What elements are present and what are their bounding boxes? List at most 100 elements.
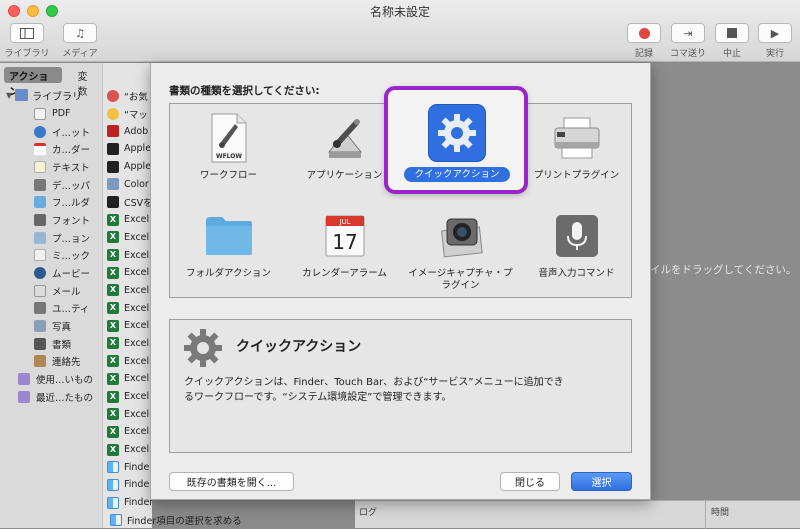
log-header: ログ 時間 [355,500,800,529]
list-item[interactable]: Color [103,175,152,193]
list-item[interactable]: X Excel [103,317,152,335]
tab-variables[interactable]: 変数 [72,67,102,98]
tab-actions[interactable]: アクション [4,67,63,98]
description-panel: クイックアクション クイックアクションは、Finder、Touch Bar、およ… [169,319,632,453]
doc-type-workflow[interactable]: WFLOW ワークフロー [172,110,285,182]
list-item[interactable]: Apple [103,140,152,158]
doc-type-image-capture-plugin[interactable]: イメージキャプチャ・プラグイン [404,208,517,292]
list-item[interactable]: Adob [103,122,152,140]
library-icon [15,89,29,101]
list-item[interactable]: “お気 [103,87,152,105]
list-item[interactable]: X Excel [103,299,152,317]
sidebar-item-photo[interactable]: 写真 [0,317,102,335]
doc-type-print-plugin[interactable]: プリントプラグイン [520,110,633,182]
sidebar-item-document[interactable]: 書類 [0,335,102,353]
record-button[interactable] [627,23,661,43]
list-item[interactable]: Finder [103,458,152,476]
library-toggle-button[interactable] [10,23,44,43]
choose-button[interactable]: 選択 [571,472,632,491]
smart-folder-icon [18,373,30,386]
excel-icon: X [107,266,119,279]
sidebar-item-text[interactable]: テキスト [0,158,102,176]
utility-icon [34,302,46,315]
calendar-icon: JUL 17 [319,208,371,264]
folder-icon [34,196,46,209]
list-item[interactable]: Finder [103,494,152,512]
list-item[interactable]: X Excel [103,282,152,300]
sidebar-item-utility[interactable]: ユ…ティ [0,300,102,318]
sidebar-item-developer[interactable]: デ…ッパ [0,176,102,194]
stop-button[interactable] [715,23,749,43]
microphone-icon [551,208,603,264]
sidebar-item-movie[interactable]: ムービー [0,264,102,282]
sidebar-item-most-used[interactable]: 使用…いもの [0,370,102,388]
workflow-area[interactable] [650,63,800,528]
description-line: クイックアクションは、Finder、Touch Bar、および“サービス”メニュ… [184,377,564,388]
printer-icon [551,110,603,166]
doc-type-folder-action[interactable]: フォルダアクション [172,208,285,280]
acrobat-icon [107,125,119,138]
doc-type-dictation-command[interactable]: 音声入力コマンド [520,208,633,280]
close-button[interactable]: 閉じる [500,472,560,491]
colorsync-icon [107,178,119,191]
excel-icon: X [107,337,119,350]
script-icon [107,142,119,155]
bookmark-icon [107,89,119,102]
excel-icon: X [107,443,119,456]
list-item[interactable]: Apple [103,158,152,176]
document-icon [34,337,46,350]
media-button[interactable]: ♫ [63,23,97,43]
list-item[interactable]: X Excel [103,246,152,264]
calendar-day: 17 [332,230,357,254]
log-column-header[interactable]: ログ [359,505,377,518]
excel-icon: X [107,231,119,244]
step-label: コマ送り [669,49,706,59]
sidebar-item-recently-added[interactable]: 最近…たもの [0,388,102,406]
sidebar-item-contacts[interactable]: 連絡先 [0,353,102,371]
list-item[interactable]: X Excel [103,441,152,459]
list-item[interactable]: X Excel [103,211,152,229]
run-button[interactable]: ▶ [758,23,792,43]
doc-type-calendar-alarm[interactable]: JUL 17 カレンダーアラーム [288,208,401,280]
finder-icon [107,496,119,509]
smart-folder-icon [18,390,30,403]
list-item[interactable]: CSVを [103,193,152,211]
sidebar-item-presentation[interactable]: プ…ョン [0,229,102,247]
play-icon: ▶ [770,26,780,40]
list-item[interactable]: X Excel [103,335,152,353]
open-existing-document-button[interactable]: 既存の書類を開く... [169,472,294,491]
sidebar-item-pdf[interactable]: PDF [0,105,102,123]
disclosure-triangle-icon[interactable]: ▼ [6,91,12,100]
sidebar-item-mail[interactable]: メール [0,282,102,300]
list-item[interactable]: X Excel [103,405,152,423]
finder-icon [107,478,119,491]
quick-action-label: クイックアクション [404,167,510,182]
list-item[interactable]: Finder [103,476,152,494]
description-text: クイックアクションは、Finder、Touch Bar、および“サービス”メニュ… [184,375,614,405]
list-item[interactable]: Finder項目の選択を求める [106,511,356,529]
list-item[interactable]: “マッ [103,105,152,123]
list-item[interactable]: X Excel [103,229,152,247]
internet-icon [34,125,46,138]
sidebar-library-row[interactable]: ▼ ライブラリ [0,87,102,103]
sidebar-item-calendar[interactable]: カ…ダー [0,140,102,158]
script-icon [107,160,119,173]
calendar-icon [34,143,46,156]
sidebar-tabs: アクション 変数 [4,67,102,98]
step-button[interactable]: ⇥ [671,23,705,43]
list-item[interactable]: X Excel [103,388,152,406]
pdf-icon [34,107,46,120]
list-item[interactable]: X Excel [103,370,152,388]
sidebar-item-folder[interactable]: フ…ルダ [0,193,102,211]
workflow-icon: WFLOW [203,110,255,166]
doc-type-quick-action[interactable]: クイックアクション [384,86,528,194]
window-title: 名称未設定 [369,5,430,19]
sidebar-item-music[interactable]: ミ…ック [0,247,102,265]
list-item[interactable]: X Excel [103,423,152,441]
time-column-header[interactable]: 時間 [711,505,729,518]
list-item[interactable]: X Excel [103,352,152,370]
list-item[interactable]: X Excel [103,264,152,282]
sidebar-item-font[interactable]: フォント [0,211,102,229]
sidebar-item-internet[interactable]: イ…ット [0,123,102,141]
finder-icon [107,461,119,474]
